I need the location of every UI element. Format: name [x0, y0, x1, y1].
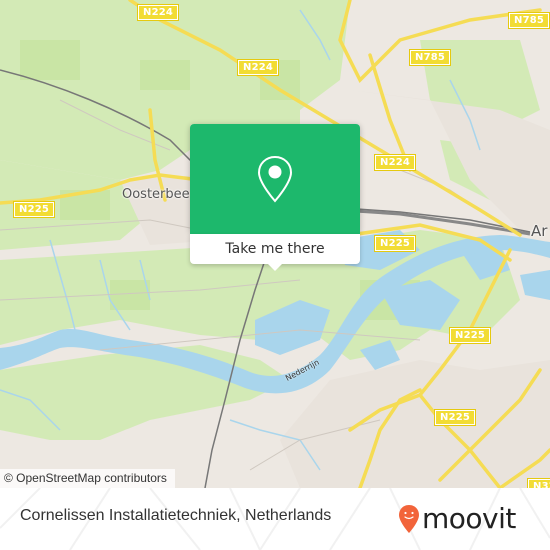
- moovit-wordmark: moovit: [422, 502, 516, 535]
- road-shield-n224: N224: [136, 4, 180, 21]
- popup-pointer: [268, 264, 282, 271]
- place-label-arnhem: Ar: [531, 222, 548, 240]
- take-me-there-button[interactable]: Take me there: [190, 234, 360, 264]
- popup-header: [190, 124, 360, 234]
- road-shield-n225: N225: [433, 409, 477, 426]
- place-label-oosterbeek: Oosterbee: [122, 187, 190, 202]
- forest-patch: [110, 280, 150, 310]
- road-n785-b: [368, 53, 412, 172]
- map-attribution[interactable]: © OpenStreetMap contributors: [0, 469, 175, 488]
- forest-patch: [140, 60, 190, 90]
- moovit-pin-icon: [399, 505, 419, 533]
- road-shield-n225: N225: [448, 327, 492, 344]
- urban-area: [280, 360, 550, 488]
- road-shield-n225: N225: [373, 235, 417, 252]
- place-title: Cornelissen Installatietechniek, Netherl…: [20, 507, 332, 524]
- road-shield-n224: N224: [373, 154, 417, 171]
- road-shield-n32: N32: [527, 478, 550, 488]
- road-shield-n225: N225: [12, 201, 56, 218]
- road-shield-n785: N785: [408, 49, 452, 66]
- location-popup: Take me there: [190, 124, 360, 271]
- lake: [520, 270, 550, 300]
- footer-bar: Cornelissen Installatietechniek, Netherl…: [0, 488, 550, 550]
- map-view[interactable]: Oosterbee Ar Nederrijn N224 N224 N785 N7…: [0, 0, 550, 488]
- location-pin-icon: [257, 155, 293, 203]
- road-shield-n224: N224: [236, 59, 280, 76]
- road-shield-n785: N785: [507, 12, 550, 29]
- moovit-logo[interactable]: moovit: [398, 502, 516, 536]
- take-me-there-label: Take me there: [225, 241, 325, 257]
- forest-patch: [20, 40, 80, 80]
